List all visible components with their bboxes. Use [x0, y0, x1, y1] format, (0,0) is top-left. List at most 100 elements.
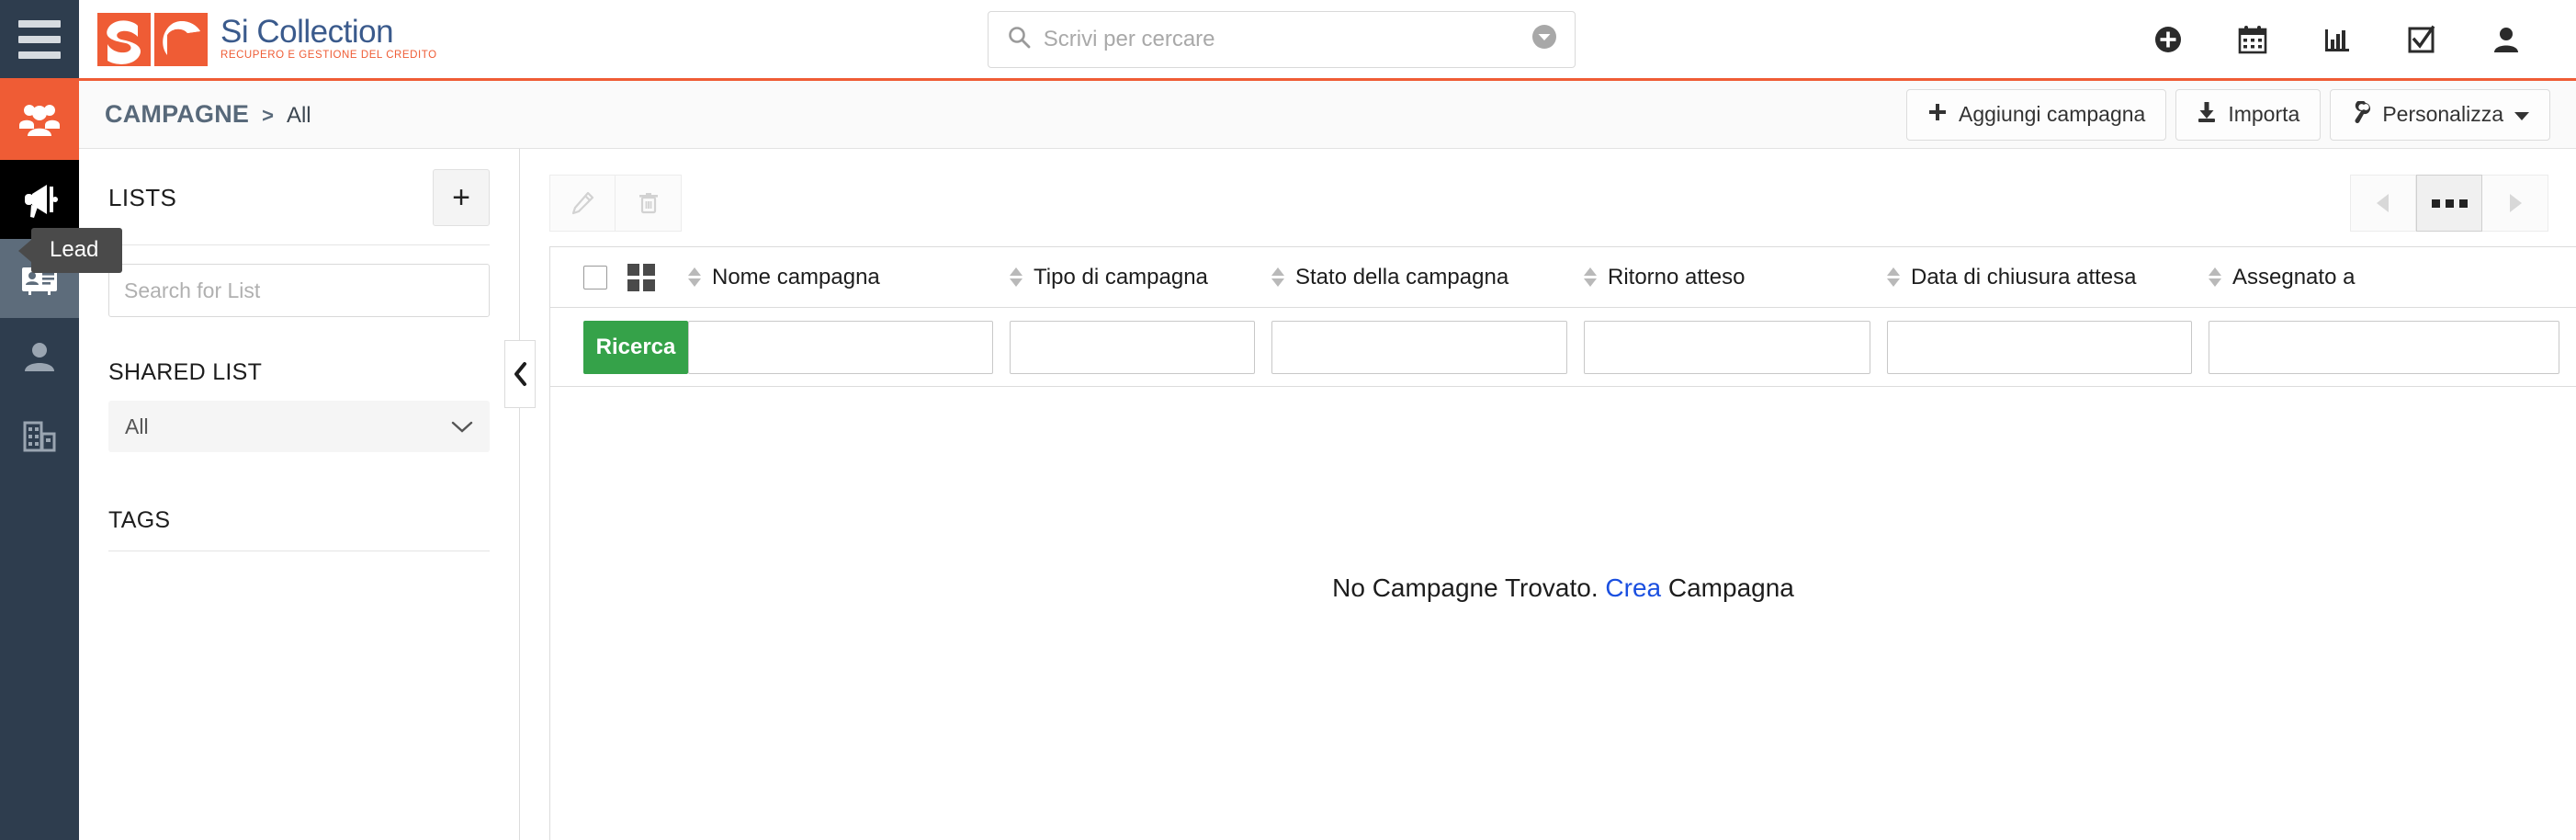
sort-icon — [1584, 267, 1597, 287]
lead-tooltip: Lead — [31, 228, 123, 273]
filter-input-data-di-chiusura-attesa[interactable] — [1887, 320, 2192, 374]
lists-panel-header: LISTS + — [108, 169, 490, 226]
table-search-button[interactable]: Ricerca — [583, 320, 688, 374]
global-search-zone — [437, 0, 2126, 78]
hamburger-icon-bar — [18, 51, 61, 59]
filter-cell-data-di-chiusura-attesa — [1887, 320, 2209, 374]
column-header-stato-della-campagna[interactable]: Stato della campagna — [1271, 265, 1584, 290]
breadcrumb: CAMPAGNE > All — [105, 100, 311, 129]
delete-records-button[interactable] — [616, 175, 682, 232]
filter-input-nome-campagna[interactable] — [688, 320, 993, 374]
breadcrumb-view[interactable]: All — [287, 103, 311, 129]
column-label: Ritorno atteso — [1608, 264, 1746, 289]
hamburger-icon-bar — [18, 19, 61, 28]
sort-icon — [1271, 267, 1284, 287]
filter-input-assegnato-a[interactable] — [2209, 320, 2559, 374]
chevron-left-icon — [514, 362, 526, 386]
add-circle-icon[interactable] — [2126, 0, 2210, 80]
wrench-icon — [2351, 99, 2371, 129]
sidebar-item-aziende[interactable] — [0, 397, 79, 476]
user-account-icon[interactable] — [2464, 0, 2548, 80]
filter-cell-nome-campagna — [688, 320, 1010, 374]
filter-cell-ritorno-atteso — [1584, 320, 1887, 374]
add-list-button[interactable]: + — [433, 169, 490, 226]
pagination-controls — [2350, 175, 2548, 232]
sort-icon — [688, 267, 701, 287]
hamburger-icon-bar — [18, 35, 61, 43]
logo-square-s — [97, 12, 151, 66]
import-label: Importa — [2228, 102, 2300, 126]
column-header-tipo-di-campagna[interactable]: Tipo di campagna — [1010, 265, 1271, 290]
page-more-button[interactable] — [2416, 175, 2482, 232]
analytics-icon[interactable] — [2295, 0, 2379, 80]
global-search-box[interactable] — [987, 10, 1576, 68]
next-page-button[interactable] — [2482, 175, 2548, 232]
list-search-input[interactable] — [108, 264, 490, 317]
main-content-column: CAMPAGNE > All Aggiungi campagna Importa… — [31, 81, 2576, 840]
empty-state-text-after: Campagna — [1661, 573, 1794, 602]
users-group-icon — [19, 105, 60, 136]
filter-input-ritorno-atteso[interactable] — [1584, 320, 1870, 374]
column-header-nome-campagna[interactable]: Nome campagna — [688, 265, 1010, 290]
column-header-assegnato-a[interactable]: Assegnato a — [2209, 265, 2576, 290]
column-label: Assegnato a — [2232, 264, 2356, 289]
search-button-cell: Ricerca — [550, 320, 688, 374]
lists-title: LISTS — [108, 183, 177, 211]
pencil-icon — [571, 191, 594, 215]
customize-label: Personalizza — [2382, 102, 2503, 126]
sort-icon — [1887, 267, 1900, 287]
logo-square-c — [154, 12, 208, 66]
top-navigation-bar: Si Collection RECUPERO E GESTIONE DEL CR… — [0, 0, 2576, 81]
search-input[interactable] — [1043, 26, 1518, 52]
column-label: Data di chiusura attesa — [1911, 264, 2137, 289]
import-button[interactable]: Importa — [2175, 88, 2322, 141]
top-icon-group — [2126, 0, 2576, 78]
application-body: CAMPAGNE > All Aggiungi campagna Importa… — [0, 81, 2576, 840]
sort-icon — [2209, 267, 2221, 287]
breadcrumb-module[interactable]: CAMPAGNE — [105, 100, 249, 129]
add-campaign-label: Aggiungi campagna — [1959, 102, 2146, 126]
chevron-down-circle-icon[interactable] — [1531, 23, 1558, 55]
collapse-panel-button[interactable] — [504, 340, 536, 408]
page-header-actions: Aggiungi campagna Importa Personalizza — [1906, 88, 2550, 141]
table-toolbar — [549, 175, 2576, 232]
sidebar-item-accounts[interactable] — [0, 81, 79, 160]
shared-list-title: SHARED LIST — [108, 359, 263, 385]
table-area: Nome campagna Tipo di campagna Stato del… — [520, 149, 2576, 840]
building-icon — [23, 421, 56, 452]
caret-right-icon — [2509, 194, 2522, 212]
search-icon — [1007, 25, 1031, 53]
application-window: Si Collection RECUPERO E GESTIONE DEL CR… — [0, 0, 2576, 840]
plus-icon — [1927, 102, 1948, 128]
edit-records-button[interactable] — [549, 175, 616, 232]
table-filter-row: Ricerca — [550, 308, 2576, 387]
tags-title: TAGS — [108, 507, 171, 533]
sidebar-item-contatti[interactable] — [0, 318, 79, 397]
filter-input-tipo-di-campagna[interactable] — [1010, 320, 1255, 374]
add-campaign-button[interactable]: Aggiungi campagna — [1906, 88, 2167, 141]
person-icon — [25, 343, 54, 371]
hamburger-menu-button[interactable] — [0, 0, 79, 78]
caret-left-icon — [2377, 194, 2389, 212]
select-all-checkbox[interactable] — [583, 265, 607, 289]
brand-logo[interactable]: Si Collection RECUPERO E GESTIONE DEL CR… — [79, 0, 437, 78]
previous-page-button[interactable] — [2350, 175, 2416, 232]
column-header-data-di-chiusura-attesa[interactable]: Data di chiusura attesa — [1887, 265, 2209, 290]
column-label: Stato della campagna — [1295, 264, 1509, 289]
filter-input-stato-della-campagna[interactable] — [1271, 320, 1567, 374]
shared-list-select[interactable]: All — [108, 401, 490, 452]
column-label: Nome campagna — [712, 264, 880, 289]
column-header-ritorno-atteso[interactable]: Ritorno atteso — [1584, 265, 1887, 290]
column-label: Tipo di campagna — [1034, 264, 1208, 289]
tasks-icon[interactable] — [2379, 0, 2464, 80]
empty-state-message: No Campagne Trovato. Crea Campagna — [1332, 573, 1794, 603]
lists-divider — [108, 244, 490, 245]
campaigns-table: Nome campagna Tipo di campagna Stato del… — [549, 246, 2576, 840]
download-icon — [2197, 101, 2217, 129]
create-campaign-link[interactable]: Crea — [1605, 573, 1661, 602]
table-body: No Campagne Trovato. Crea Campagna — [550, 387, 2576, 840]
sort-icon — [1010, 267, 1022, 287]
customize-button[interactable]: Personalizza — [2330, 88, 2550, 141]
calendar-icon[interactable] — [2210, 0, 2295, 80]
grid-view-icon[interactable] — [627, 263, 655, 291]
